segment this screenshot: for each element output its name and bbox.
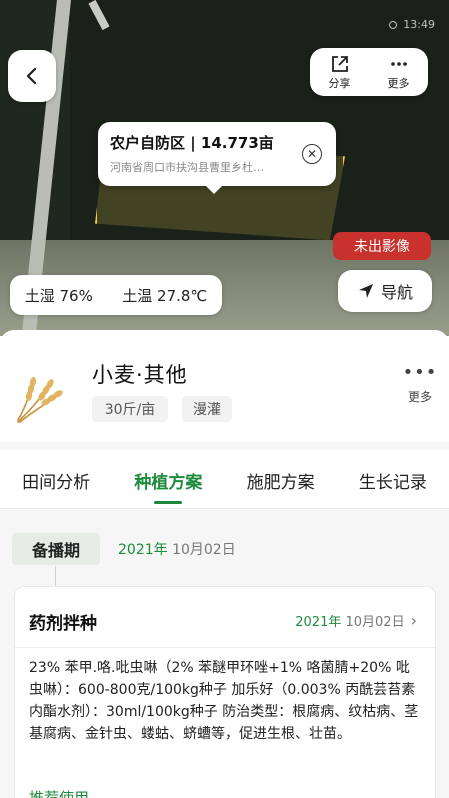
share-button[interactable]: 分享 xyxy=(310,48,369,96)
chevron-left-icon xyxy=(26,67,37,85)
navigate-button[interactable]: 导航 xyxy=(338,270,432,312)
crop-name: 小麦·其他 xyxy=(92,363,188,387)
tab-divider xyxy=(0,508,449,509)
more-label: 更多 xyxy=(387,76,410,90)
stage-header: 备播期 2021年 10月02日 xyxy=(12,532,236,566)
location-icon xyxy=(388,21,397,29)
recommend-link[interactable]: 推荐使用 xyxy=(29,787,89,798)
stage-date-year: 2021年 xyxy=(118,542,168,558)
status-bar: 13:49 xyxy=(388,18,435,31)
share-label: 分享 xyxy=(328,76,351,90)
tab-fertilizer-plan[interactable]: 施肥方案 xyxy=(225,452,337,508)
back-button[interactable] xyxy=(8,50,56,102)
crop-more-label: 更多 xyxy=(407,390,432,404)
plot-title: 农户自防区 | 14.773亩 xyxy=(110,134,274,152)
planting-plan-content[interactable]: 备播期 2021年 10月02日 药剂拌种 2021年 10月02日 › 23% … xyxy=(0,510,449,798)
stage-date-day: 10月02日 xyxy=(167,542,236,558)
section-divider xyxy=(0,442,449,450)
irrigation-chip: 漫灌 xyxy=(182,396,232,422)
card-date: 2021年 10月02日 › xyxy=(295,611,417,630)
header-actions: 分享 更多 xyxy=(310,48,428,96)
stage-label: 备播期 xyxy=(12,533,100,565)
soil-readings: 土湿 76% 土温 27.8℃ xyxy=(10,275,222,315)
plan-card[interactable]: 药剂拌种 2021年 10月02日 › 23% 苯甲.咯.吡虫啉（2% 苯醚甲环唑… xyxy=(14,586,436,798)
more-dots-icon: ••• xyxy=(402,362,438,383)
navigation-arrow-icon xyxy=(358,284,373,298)
crop-summary: 小麦·其他 30斤/亩 漫灌 ••• 更多 xyxy=(0,330,449,442)
card-divider xyxy=(15,647,435,648)
chevron-right-icon: › xyxy=(410,611,417,630)
soil-moisture: 土湿 76% xyxy=(24,286,93,305)
card-date-day: 10月02日 xyxy=(341,615,405,630)
card-date-year: 2021年 xyxy=(295,615,342,630)
wheat-icon xyxy=(17,377,63,423)
more-menu-button[interactable]: 更多 xyxy=(369,48,428,96)
more-dots-icon xyxy=(390,61,407,66)
card-title: 药剂拌种 xyxy=(29,614,97,634)
detail-tabs: 田间分析 种植方案 施肥方案 生长记录 xyxy=(0,452,449,508)
satellite-map[interactable]: 13:49 分享 更多 农户自防区 | 14.773亩 河南省周口市扶沟县曹里乡… xyxy=(0,0,449,336)
plot-detail-sheet: 小麦·其他 30斤/亩 漫灌 ••• 更多 田间分析 种植方案 施肥方案 生长记… xyxy=(0,330,449,798)
tab-growth-record[interactable]: 生长记录 xyxy=(337,452,449,508)
tab-planting-plan[interactable]: 种植方案 xyxy=(112,452,224,508)
plot-address: 河南省周口市扶沟县曹里乡杜… xyxy=(110,161,264,174)
yield-chip: 30斤/亩 xyxy=(92,396,168,422)
crop-more-button[interactable]: ••• 更多 xyxy=(400,364,440,405)
no-image-badge: 未出影像 xyxy=(333,232,431,260)
soil-temperature: 土温 27.8℃ xyxy=(122,286,208,305)
stage-date: 2021年 10月02日 xyxy=(118,539,236,559)
navigate-label: 导航 xyxy=(380,283,413,302)
close-icon[interactable]: ✕ xyxy=(302,144,322,164)
card-body: 23% 苯甲.咯.吡虫啉（2% 苯醚甲环唑+1% 咯菌腈+20% 吡虫啉）：60… xyxy=(29,660,419,742)
tab-field-analysis[interactable]: 田间分析 xyxy=(0,452,112,508)
share-icon xyxy=(331,55,348,72)
status-time: 13:49 xyxy=(403,18,435,31)
plot-info-popup[interactable]: 农户自防区 | 14.773亩 河南省周口市扶沟县曹里乡杜… ✕ xyxy=(98,122,336,194)
